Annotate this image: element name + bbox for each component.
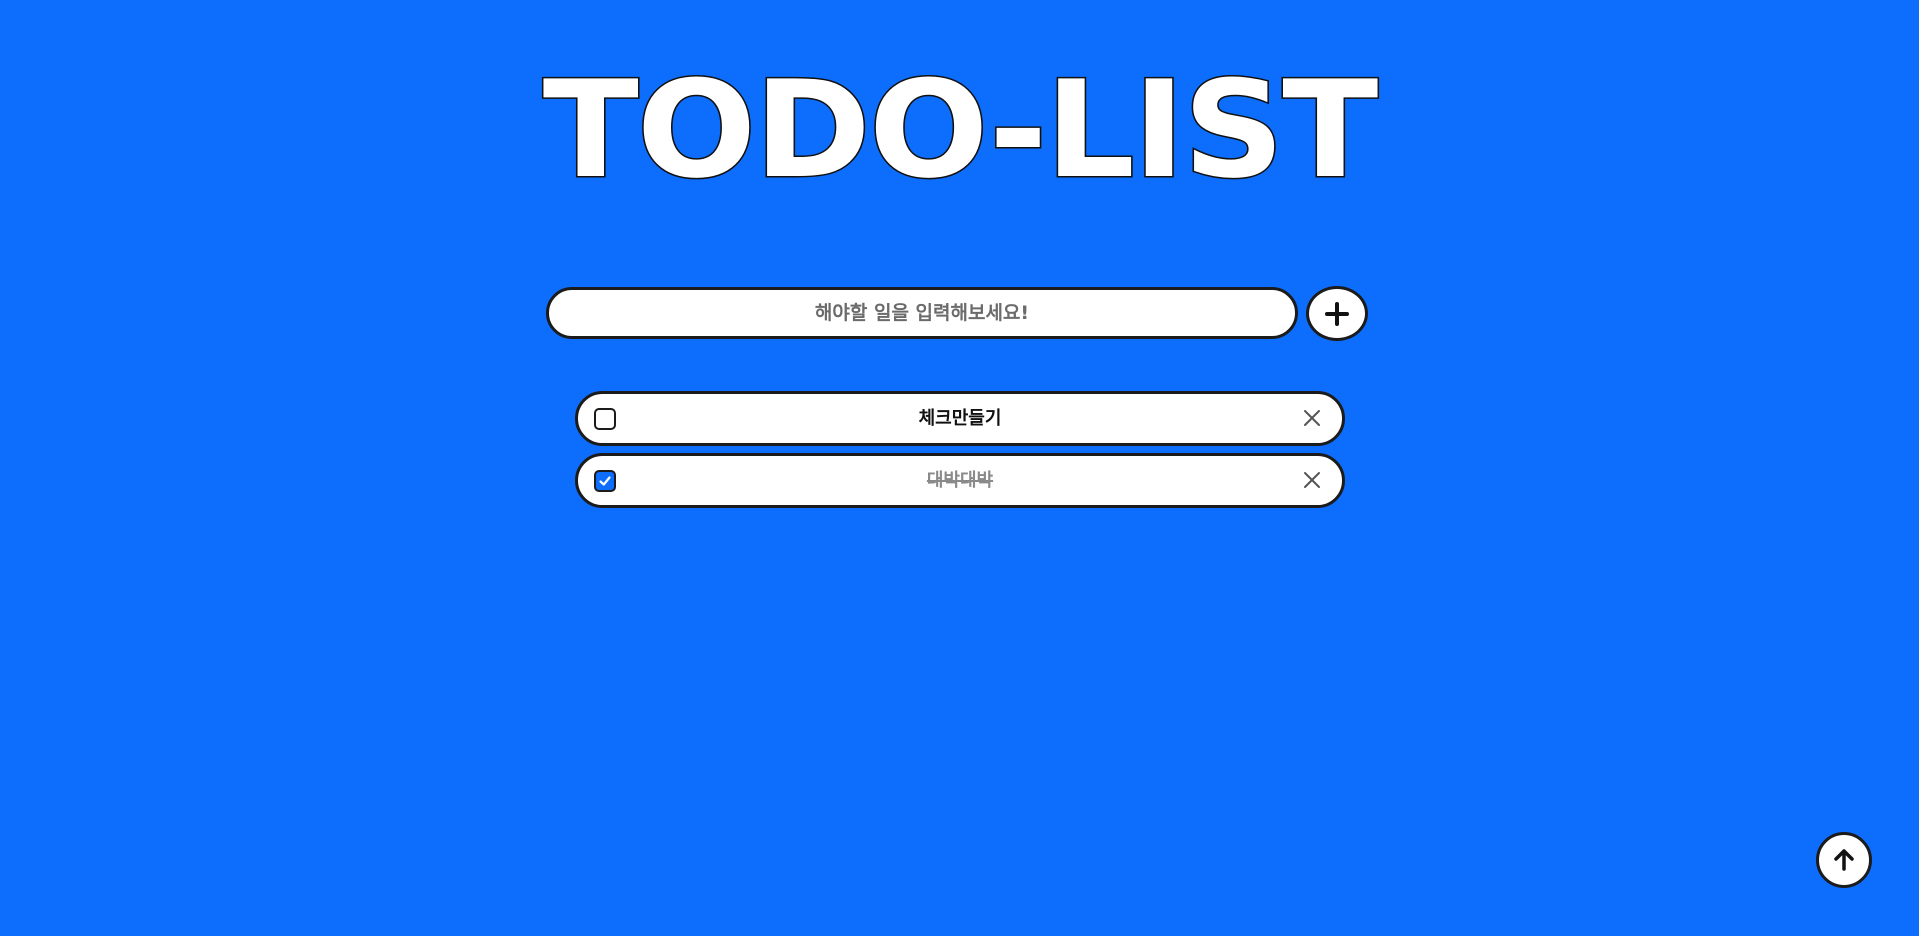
plus-icon xyxy=(1325,301,1349,326)
delete-todo-button[interactable] xyxy=(1300,468,1324,492)
page-title: TODO-LIST xyxy=(541,52,1380,208)
todo-checkbox-checked[interactable] xyxy=(594,470,616,492)
todo-input[interactable] xyxy=(546,287,1298,339)
todo-item: 체크만들기 xyxy=(575,391,1345,446)
todo-text-completed: 대박대박 xyxy=(926,470,994,491)
check-icon xyxy=(599,476,611,486)
add-todo-button[interactable] xyxy=(1306,286,1368,341)
todo-checkbox[interactable] xyxy=(594,408,616,430)
todo-text: 체크만들기 xyxy=(918,408,1002,429)
todo-list: 체크만들기 대박대박 xyxy=(575,391,1345,515)
arrow-up-icon xyxy=(1834,849,1854,871)
todo-input-row xyxy=(546,286,1370,343)
delete-todo-button[interactable] xyxy=(1300,406,1324,430)
scroll-to-top-button[interactable] xyxy=(1816,832,1872,888)
close-icon xyxy=(1304,472,1320,488)
close-icon xyxy=(1304,410,1320,426)
todo-item: 대박대박 xyxy=(575,453,1345,508)
